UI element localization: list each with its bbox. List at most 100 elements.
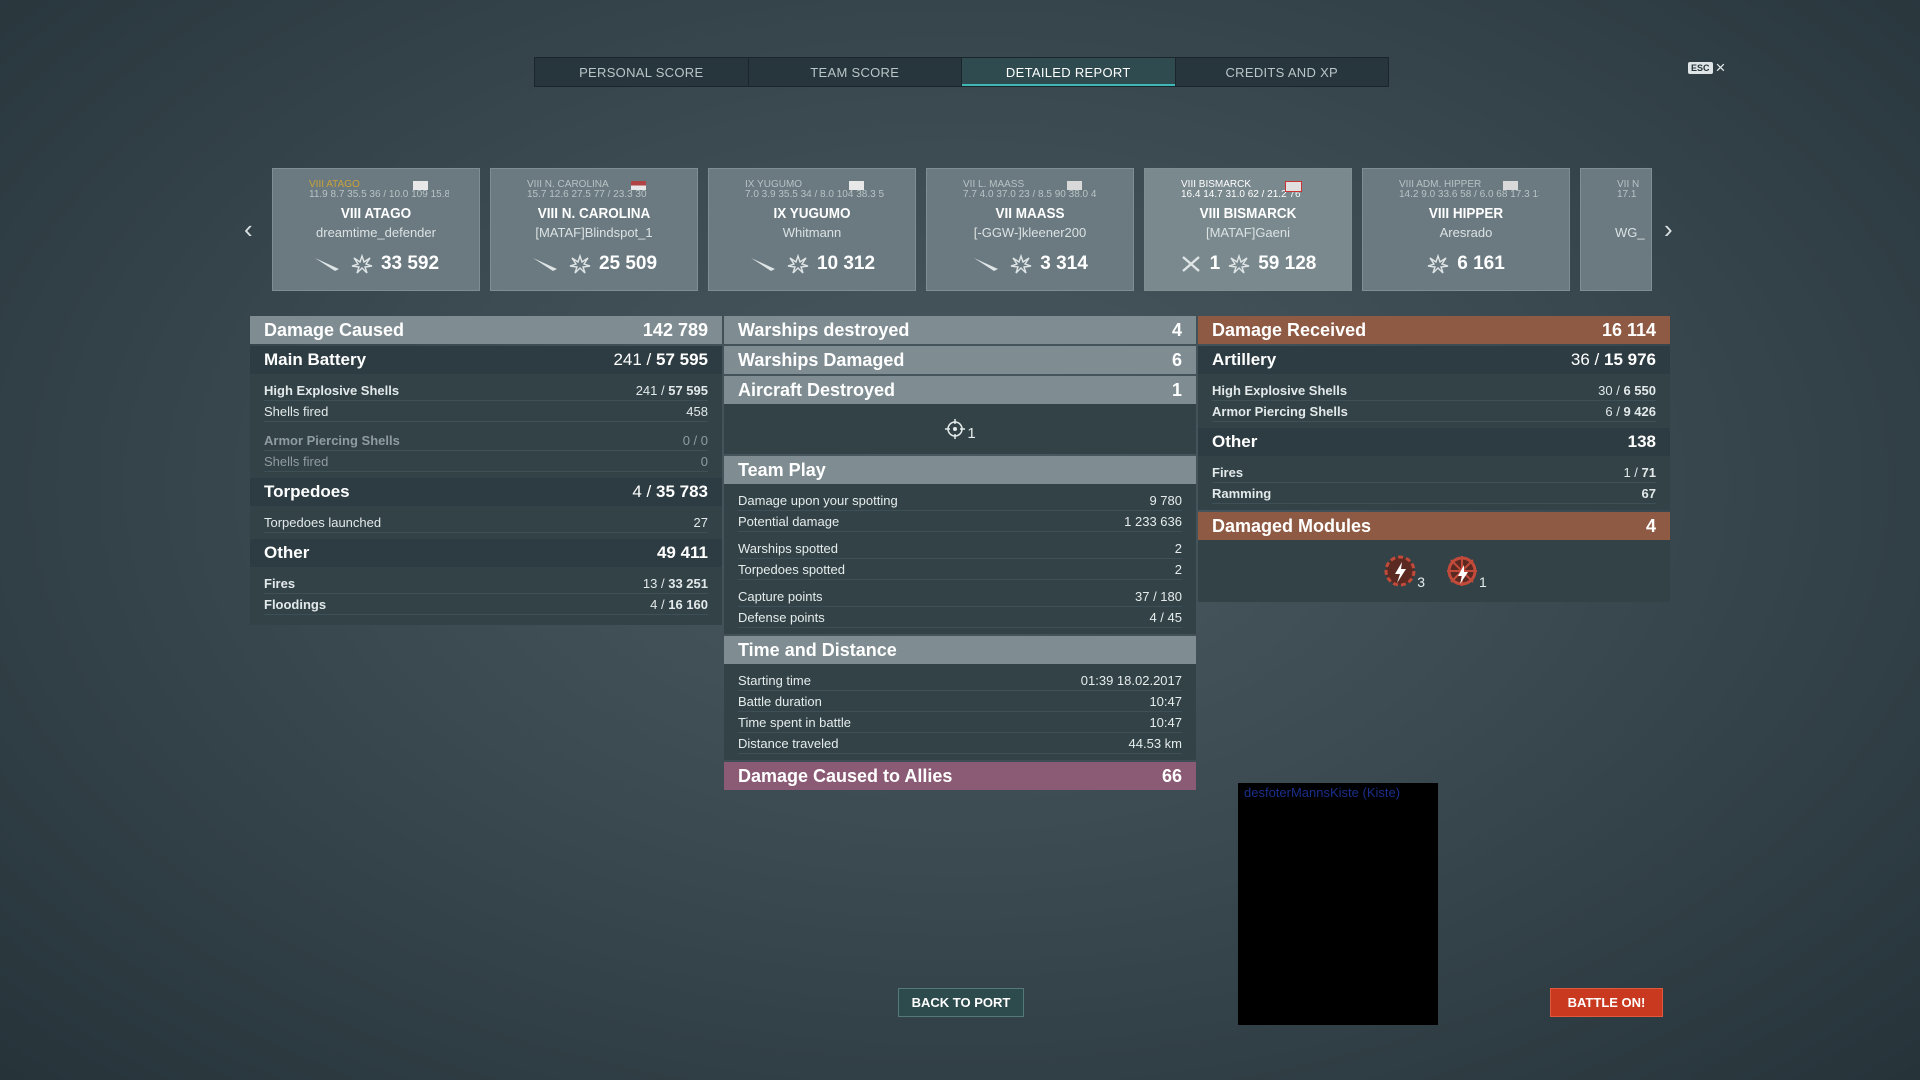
player-name: [-GGW-]kleener200 — [973, 225, 1087, 240]
other-received-row: Other 138 — [1198, 428, 1670, 456]
warships-damaged-header: Warships Damaged 6 — [724, 346, 1196, 374]
team-play-row: Torpedoes spotted 2 — [738, 559, 1182, 580]
usa-flag-icon — [631, 181, 646, 190]
warships-destroyed-header: Warships destroyed 4 — [724, 316, 1196, 344]
mini-stats: VII N 17.1 — [1617, 180, 1640, 200]
he-shells-row: High Explosive Shells 241 / 57 595 — [264, 380, 708, 401]
mini-stats: VIII ATAGO 11.9 8.7 35.5 36 / 10.0 109 15… — [309, 180, 449, 200]
carousel-next-arrow[interactable]: › — [1664, 214, 1673, 245]
mini-stats: IX YUGUMO 7.0 3.9 35.5 34 / 8.0 104 38.3 … — [745, 180, 885, 200]
torpedo-icon — [974, 258, 999, 271]
germany-flag-icon — [1285, 181, 1302, 192]
ship-card[interactable]: VIII ADM. HIPPER 14.2 9.0 33.6 58 / 6.0 6… — [1362, 168, 1570, 291]
damage-icon — [1010, 254, 1032, 274]
team-play-row: Warships spotted 2 — [738, 538, 1182, 559]
damaged-modules-header: Damaged Modules 4 — [1198, 512, 1670, 540]
ship-name: VIII HIPPER — [1428, 205, 1504, 222]
fires-row: Fires 13 / 33 251 — [264, 573, 708, 594]
damage-icon — [1228, 254, 1250, 274]
ship-card-player[interactable]: VIII BISMARCK 16.4 14.7 31.0 62 / 21.2 76… — [1144, 168, 1352, 291]
team-play-header: Team Play — [724, 456, 1196, 484]
ship-card[interactable]: VIII ATAGO 11.9 8.7 35.5 36 / 10.0 109 15… — [272, 168, 480, 291]
torpedo-icon — [314, 258, 339, 271]
japan-flag-icon — [413, 181, 428, 190]
japan-flag-icon — [849, 181, 864, 190]
team-play-row: Potential damage 1 233 636 — [738, 511, 1182, 532]
steering-gear-icon — [1447, 556, 1477, 586]
time-row: Time spent in battle 10:47 — [738, 712, 1182, 733]
time-row: Distance traveled 44.53 km — [738, 733, 1182, 754]
ship-name: VII MAASS — [995, 205, 1065, 222]
time-row: Starting time 01:39 18.02.2017 — [738, 670, 1182, 691]
engine-module: 3 — [1381, 552, 1425, 590]
ship-carousel: VIII ATAGO 11.9 8.7 35.5 36 / 10.0 109 15… — [272, 168, 1652, 292]
damage-caused-header: Damage Caused 142 789 — [250, 316, 722, 344]
engine-icon — [1384, 555, 1416, 587]
aircraft-destroyed-header: Aircraft Destroyed 1 — [724, 376, 1196, 404]
he-received-row: High Explosive Shells 30 / 6 550 — [1212, 380, 1656, 401]
aircraft-count: 1 — [967, 424, 976, 442]
kill-icon — [1181, 256, 1200, 272]
damage-icon — [1427, 254, 1449, 274]
carousel-prev-arrow[interactable]: ‹ — [244, 214, 253, 245]
player-name: WG_ — [1615, 225, 1645, 240]
team-play-row: Capture points 37 / 180 — [738, 586, 1182, 607]
germany-flag-icon — [1067, 181, 1082, 190]
aircraft-crosshair-icon — [945, 419, 966, 439]
ap-received-row: Armor Piercing Shells 6 / 9 426 — [1212, 401, 1656, 422]
damage-received-header: Damage Received 16 114 — [1198, 316, 1670, 344]
ship-name: VIII N. CAROLINA — [537, 205, 651, 222]
player-name: [MATAF]Blindspot_1 — [535, 225, 653, 240]
damage-value: 10 312 — [816, 253, 876, 274]
ship-name: IX YUGUMO — [773, 205, 851, 222]
damage-value: 25 509 — [598, 253, 658, 274]
damage-value: 6 161 — [1457, 253, 1505, 274]
he-shells-fired-row: Shells fired 458 — [264, 401, 708, 422]
player-name: Whitmann — [782, 225, 842, 240]
tab-team-score[interactable]: TEAM SCORE — [749, 58, 962, 86]
damage-icon — [787, 254, 809, 274]
combat-summary-panel: Warships destroyed 4 Warships Damaged 6 Ai… — [724, 316, 1196, 792]
torpedoes-launched-row: Torpedoes launched 27 — [264, 512, 708, 533]
ap-shells-row: Armor Piercing Shells 0 / 0 — [264, 430, 708, 451]
close-button[interactable]: ESC × — [1688, 58, 1726, 77]
report-tabs: PERSONAL SCORE TEAM SCORE DETAILED REPOR… — [534, 57, 1389, 87]
ship-card[interactable]: VIII N. CAROLINA 15.7 12.6 27.5 77 / 23.3… — [490, 168, 698, 291]
tab-detailed-report[interactable]: DETAILED REPORT — [962, 58, 1176, 86]
fires-received-row: Fires 1 / 71 — [1212, 462, 1656, 483]
main-battery-row: Main Battery 241 / 57 595 — [250, 346, 722, 374]
torpedo-icon — [532, 258, 557, 271]
time-row: Battle duration 10:47 — [738, 691, 1182, 712]
damage-icon — [351, 254, 373, 274]
ramming-row: Ramming 67 — [1212, 483, 1656, 504]
tab-credits-and-xp[interactable]: CREDITS AND XP — [1176, 58, 1389, 86]
player-name: [MATAF]Gaeni — [1205, 225, 1291, 240]
floodings-row: Floodings 4 / 16 160 — [264, 594, 708, 615]
ap-shells-fired-row: Shells fired 0 — [264, 451, 708, 472]
torpedoes-row: Torpedoes 4 / 35 783 — [250, 478, 722, 506]
damage-caused-panel: Damage Caused 142 789 Main Battery 241 / … — [250, 316, 722, 625]
other-damage-row: Other 49 411 — [250, 539, 722, 567]
mini-stats: VIII ADM. HIPPER 14.2 9.0 33.6 58 / 6.0 6… — [1399, 180, 1539, 200]
kills-value: 1 — [1209, 253, 1221, 274]
stream-caption: desfoterMannsKiste (Kiste) — [1244, 785, 1401, 800]
team-play-row: Damage upon your spotting 9 780 — [738, 490, 1182, 511]
stream-overlay: desfoterMannsKiste (Kiste) — [1238, 783, 1438, 1025]
close-icon: × — [1715, 58, 1726, 77]
ship-card[interactable]: VII L. MAASS 7.7 4.0 37.0 23 / 8.5 90 38.… — [926, 168, 1134, 291]
mini-stats: VIII N. CAROLINA 15.7 12.6 27.5 77 / 23.3… — [527, 180, 647, 200]
damage-value: 33 592 — [380, 253, 440, 274]
germany-flag-icon — [1503, 181, 1518, 190]
player-name: Aresrado — [1439, 225, 1493, 240]
time-distance-header: Time and Distance — [724, 636, 1196, 664]
esc-key-hint: ESC — [1688, 62, 1713, 74]
tab-personal-score[interactable]: PERSONAL SCORE — [535, 58, 749, 86]
ship-card[interactable]: VII N 17.1 WG_ — [1580, 168, 1652, 291]
ship-card[interactable]: IX YUGUMO 7.0 3.9 35.5 34 / 8.0 104 38.3 … — [708, 168, 916, 291]
ship-name: VIII BISMARCK — [1199, 205, 1297, 222]
steering-module: 1 — [1443, 552, 1487, 590]
damage-value: 3 314 — [1040, 253, 1088, 274]
battle-on-button[interactable]: BATTLE ON! — [1550, 988, 1663, 1017]
back-to-port-button[interactable]: BACK TO PORT — [898, 988, 1024, 1017]
ship-name: VIII ATAGO — [340, 205, 412, 222]
